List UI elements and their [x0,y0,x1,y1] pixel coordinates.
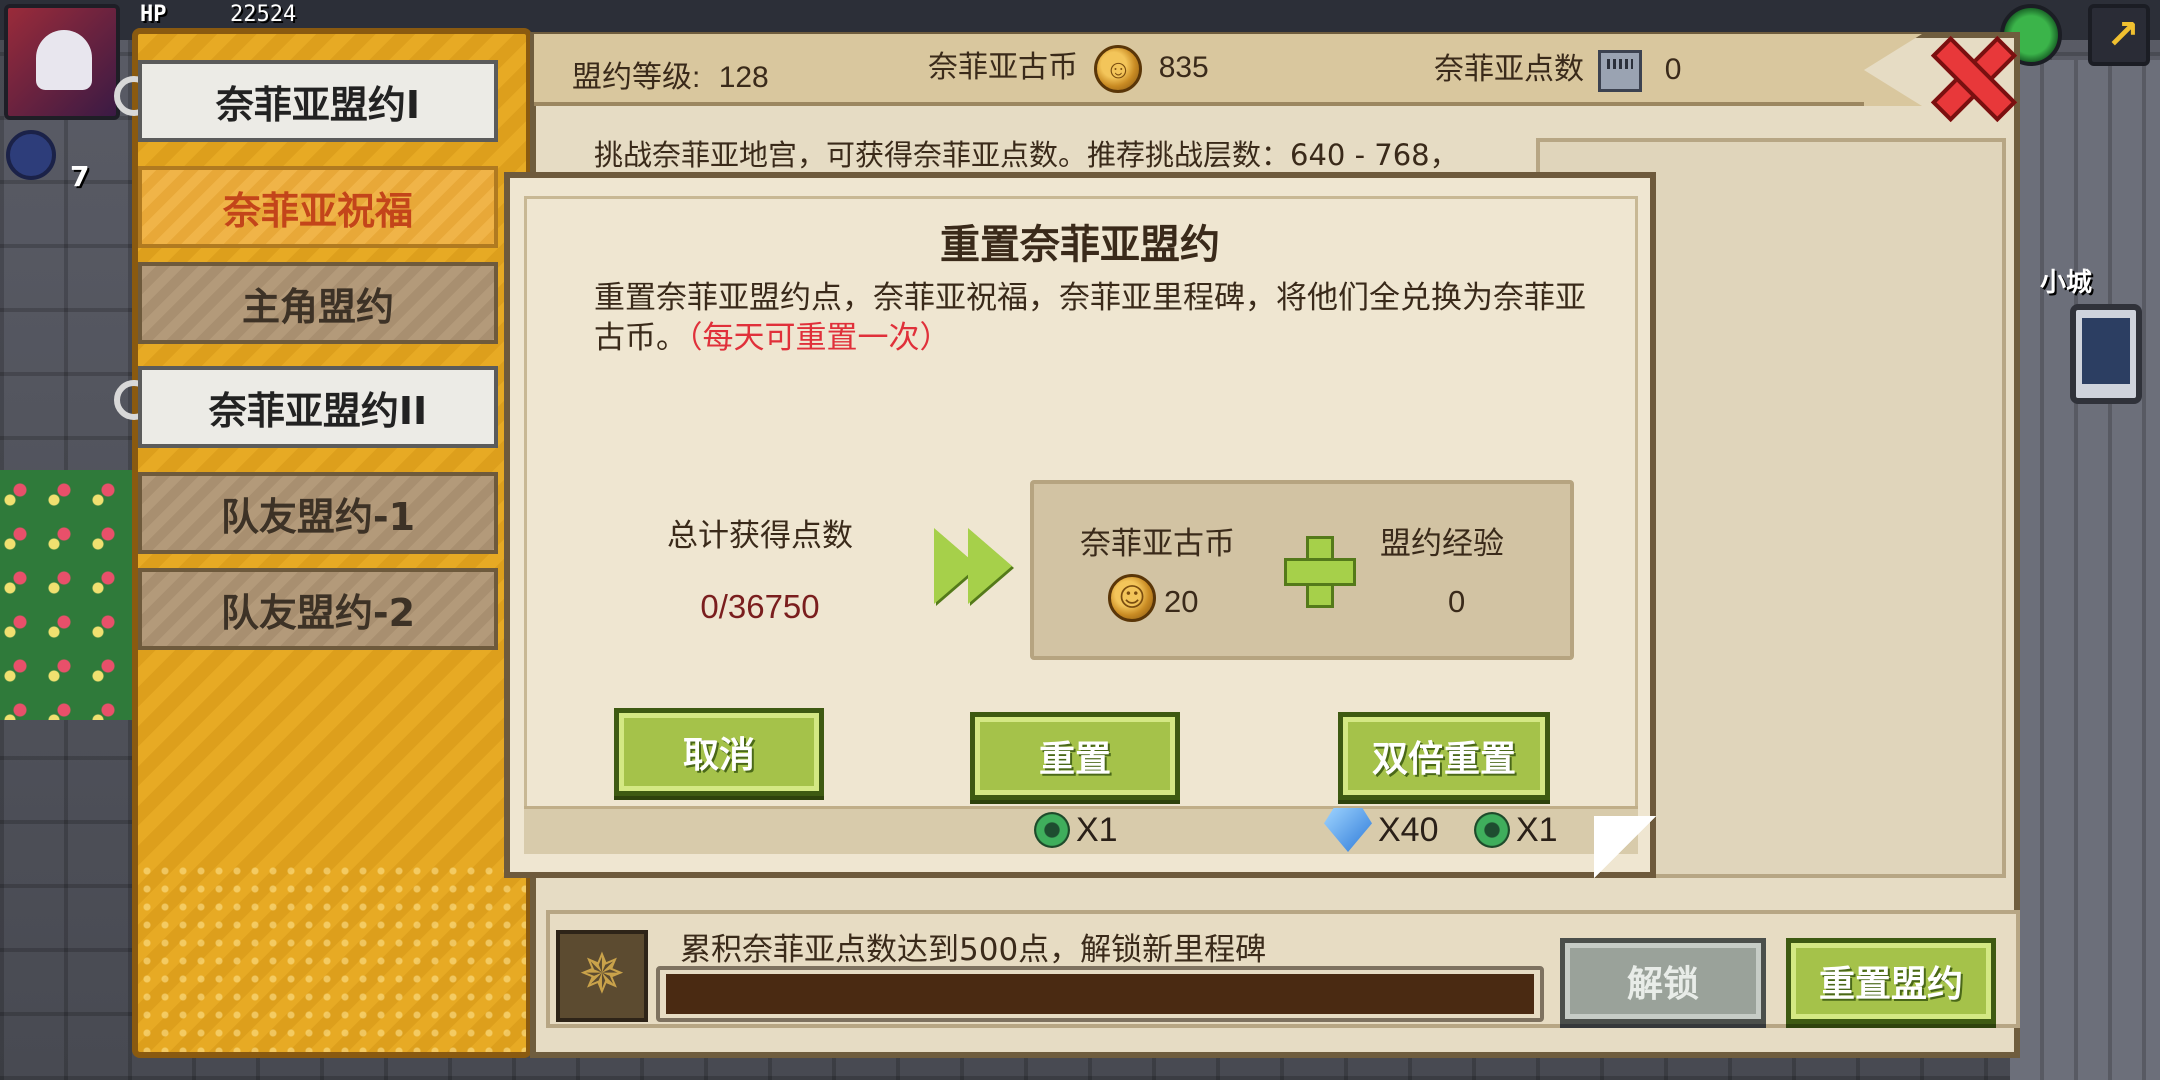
covenant-level: 盟约等级: 128 [572,52,769,96]
diamond-icon [1324,808,1372,852]
milestone-text: 累积奈菲亚点数达到500点，解锁新里程碑 [680,932,1267,968]
reset-covenant-button[interactable]: 重置盟约 [1786,938,1996,1024]
reward-coin-value: 20 [1164,584,1199,619]
reset-button[interactable]: 重置 [970,712,1180,800]
double-reset-button[interactable]: 双倍重置 [1338,712,1550,800]
map-strip [2010,60,2160,1080]
eye-badge-icon[interactable] [6,130,56,180]
hp-value: 22524 [230,2,297,27]
reward-coin-icon [1108,574,1156,622]
tab-teammate-covenant-2[interactable]: 队友盟约-2 [138,568,498,650]
nephia-points-value: 0 [1664,53,1682,86]
unlock-button[interactable]: 解锁 [1560,938,1766,1024]
card-icon [1598,50,1643,93]
dialog-title: 重置奈菲亚盟约 [940,222,1220,268]
milestone-progress-bar [666,974,1534,1014]
rune-seal-icon [556,930,648,1022]
double-reset-ring-cost: X1 [1474,806,1558,854]
reset-cost-value: X1 [1076,810,1118,849]
player-avatar[interactable] [4,4,120,120]
coin-icon [1094,45,1143,94]
reward-exp-value: 0 [1448,584,1466,619]
city-label: 小城 [2040,268,2093,298]
nephia-points-counter: 奈菲亚点数 0 [1434,44,1682,93]
nephia-points-label: 奈菲亚点数 [1434,53,1584,86]
tab-nephia-blessing[interactable]: 奈菲亚祝福 [138,166,498,248]
ring-token-icon [1474,812,1510,848]
reward-exp-label: 盟约经验 [1380,526,1504,562]
ancient-coin-label: 奈菲亚古币 [928,51,1078,84]
garden-tiles [0,470,150,720]
hp-label: HP [140,2,167,27]
ancient-coin-counter: 奈菲亚古币 835 [928,42,1209,94]
total-points-value: 0/36750 [700,588,820,625]
page-fold [1594,816,1656,878]
reset-cost: X1 [1034,806,1118,854]
tab-teammate-covenant-1[interactable]: 队友盟约-1 [138,472,498,554]
exit-icon[interactable] [2088,4,2150,66]
gem-cost-value: X40 [1378,810,1439,849]
close-icon[interactable] [1930,36,2008,112]
ring-token-icon [1034,812,1070,848]
ring-cost-value: X1 [1516,810,1558,849]
challenge-description: 挑战奈菲亚地宫，可获得奈菲亚点数。推荐挑战层数：640 - 768， [594,138,1459,172]
dialog-description: 重置奈菲亚盟约点，奈菲亚祝福，奈菲亚里程碑，将他们全兑换为奈菲亚古币。（每天可重… [594,278,1594,358]
double-reset-gem-cost: X40 [1324,806,1439,854]
tab-hero-covenant[interactable]: 主角盟约 [138,262,498,344]
tab-nephia-covenant-2[interactable]: 奈菲亚盟约II [138,366,498,448]
phone-icon[interactable] [2070,304,2142,404]
daily-limit-warning: （每天可重置一次） [687,320,951,356]
total-points-label: 总计获得点数 [667,518,853,554]
covenant-level-value: 128 [718,61,769,94]
covenant-level-label: 盟约等级: [572,61,701,94]
tab-nephia-covenant-1[interactable]: 奈菲亚盟约I [138,60,498,142]
badge-count: 7 [70,160,90,193]
ancient-coin-value: 835 [1158,51,1209,84]
double-chevron-icon [934,528,1020,604]
cancel-button[interactable]: 取消 [614,708,824,796]
plus-icon [1284,536,1356,608]
reward-coin-label: 奈菲亚古币 [1080,526,1235,562]
